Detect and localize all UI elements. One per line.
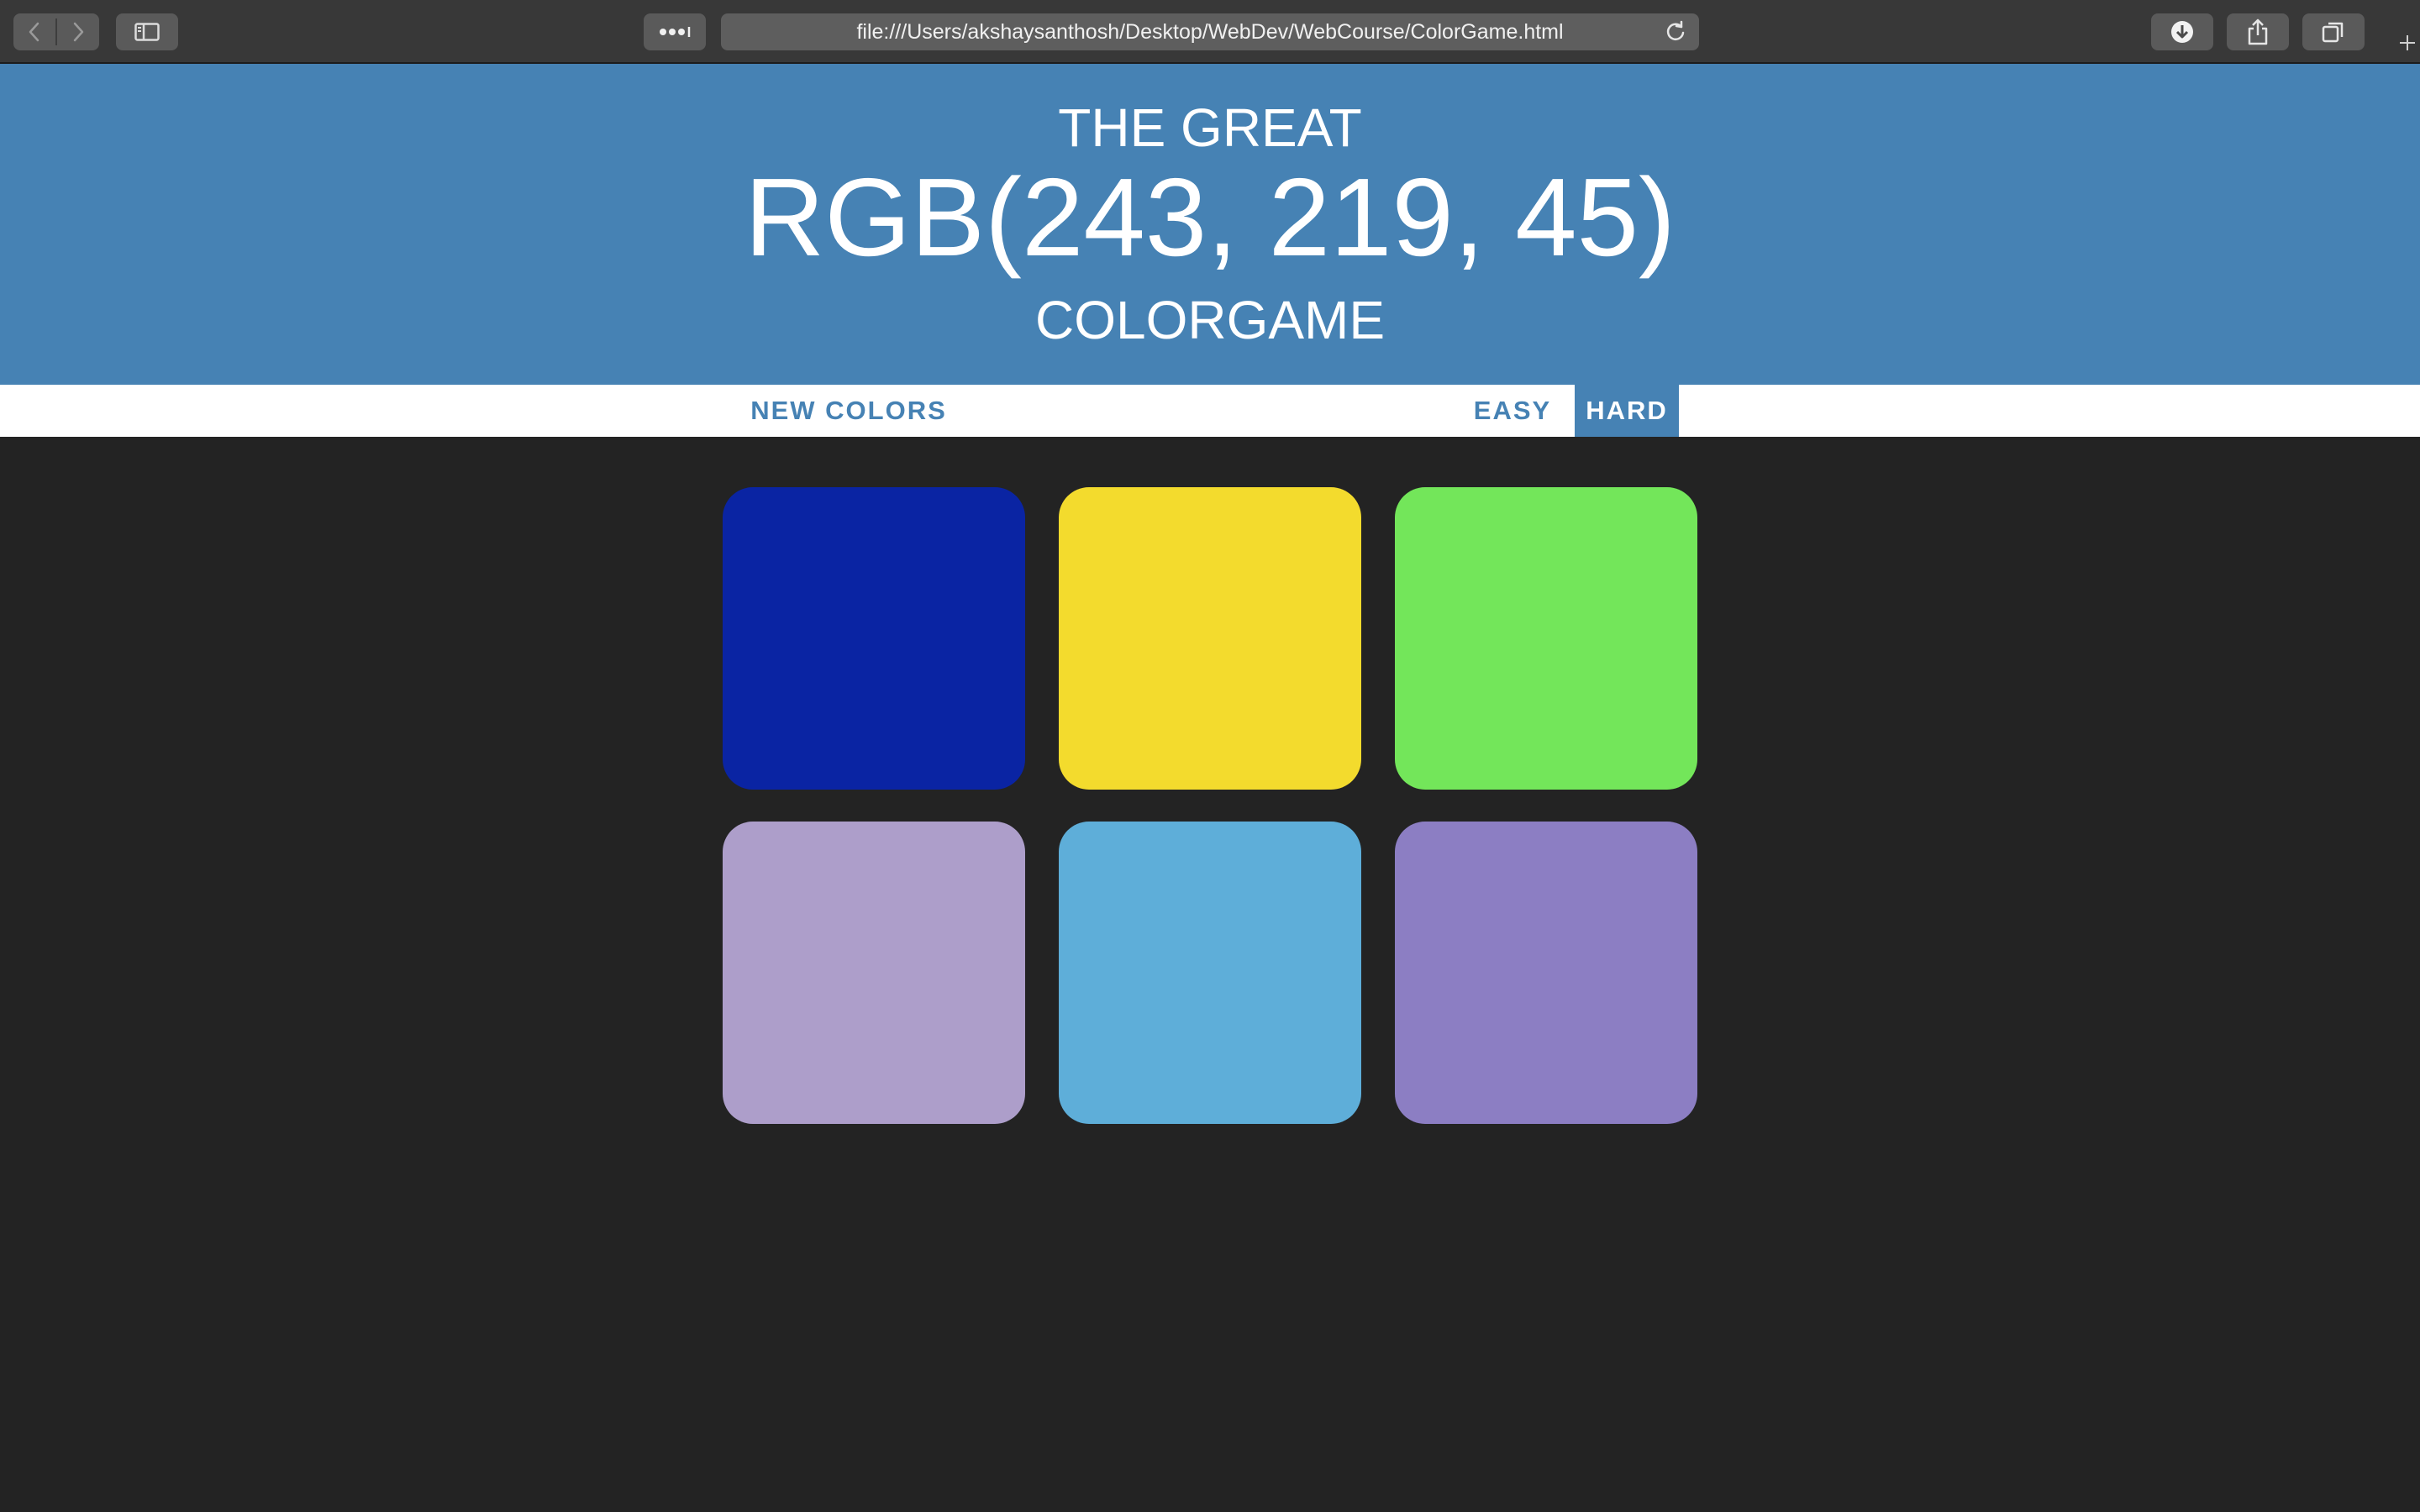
browser-toolbar: file:///Users/akshaysanthosh/Desktop/Web…: [0, 0, 2420, 64]
chevron-left-icon: [29, 22, 39, 42]
url-text: file:///Users/akshaysanthosh/Desktop/Web…: [856, 19, 1564, 44]
new-tab-button[interactable]: [2395, 24, 2420, 62]
rgb-color-display: RGB(243, 219, 45): [744, 155, 1676, 279]
extensions-button[interactable]: [644, 13, 706, 50]
color-square[interactable]: [1395, 487, 1697, 790]
share-button[interactable]: [2227, 13, 2289, 50]
tabs-overview-icon: [2322, 22, 2344, 43]
address-bar[interactable]: file:///Users/akshaysanthosh/Desktop/Web…: [721, 13, 1699, 50]
more-dots-icon: [660, 27, 691, 37]
reload-button[interactable]: [1664, 20, 1687, 48]
plus-icon: [2400, 35, 2415, 50]
sidebar-icon: [134, 23, 160, 41]
easy-mode-button[interactable]: EASY: [1464, 385, 1561, 437]
title-line-bottom: COLORGAME: [1034, 290, 1386, 350]
chevron-right-icon: [73, 22, 84, 42]
title-line-top: THE GREAT: [1058, 97, 1362, 158]
game-header: THE GREAT RGB(243, 219, 45) COLORGAME: [0, 64, 2420, 385]
share-icon: [2248, 18, 2268, 45]
sidebar-button[interactable]: [116, 13, 178, 50]
new-colors-button[interactable]: NEW COLORS: [743, 385, 955, 437]
color-square[interactable]: [1059, 487, 1361, 790]
color-square[interactable]: [1059, 822, 1361, 1124]
color-square[interactable]: [723, 822, 1025, 1124]
reload-icon: [1666, 20, 1685, 40]
color-square[interactable]: [1395, 822, 1697, 1124]
forward-button[interactable]: [57, 13, 99, 50]
hard-mode-button[interactable]: HARD: [1575, 385, 1679, 437]
nav-buttons: [13, 13, 99, 50]
tabs-overview-button[interactable]: [2302, 13, 2365, 50]
color-square[interactable]: [723, 487, 1025, 790]
back-button[interactable]: [13, 13, 55, 50]
downloads-button[interactable]: [2151, 13, 2213, 50]
download-icon: [2171, 21, 2193, 43]
control-stripe: NEW COLORS EASY HARD: [0, 385, 2420, 437]
